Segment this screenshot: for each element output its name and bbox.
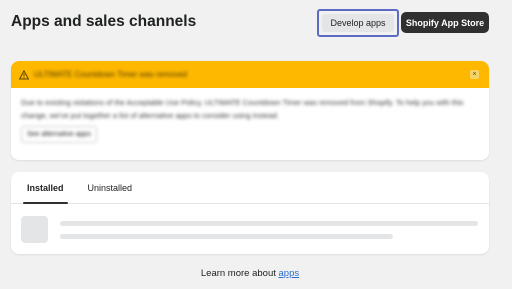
apps-link[interactable]: apps [279,268,300,279]
learn-more-text: Learn more about apps [0,268,500,279]
develop-apps-button[interactable]: Develop apps [322,14,394,32]
warning-icon [19,69,29,79]
skeleton-thumbnail [21,216,48,243]
tab-installed[interactable]: Installed [21,172,70,204]
skeleton-line [60,234,393,239]
banner-header: ULTIMATE Countdown Timer was removed × [11,61,489,88]
tab-uninstalled[interactable]: Uninstalled [82,172,139,203]
close-icon[interactable]: × [470,70,479,79]
banner-message: Due to existing violations of the Accept… [21,98,464,120]
develop-apps-focus-ring: Develop apps [317,9,399,37]
skeleton-line [60,221,478,226]
removed-app-banner: ULTIMATE Countdown Timer was removed × D… [11,61,489,160]
page-title: Apps and sales channels [11,13,197,30]
tabs: Installed Uninstalled [11,172,489,204]
banner-body: Due to existing violations of the Accept… [11,88,489,143]
see-alternative-apps-button[interactable]: See alternative apps [21,126,97,143]
shopify-app-store-button[interactable]: Shopify App Store [401,12,489,33]
apps-card: Installed Uninstalled [11,172,489,254]
learn-more-prefix: Learn more about [200,268,279,279]
banner-title: ULTIMATE Countdown Timer was removed [34,70,188,79]
